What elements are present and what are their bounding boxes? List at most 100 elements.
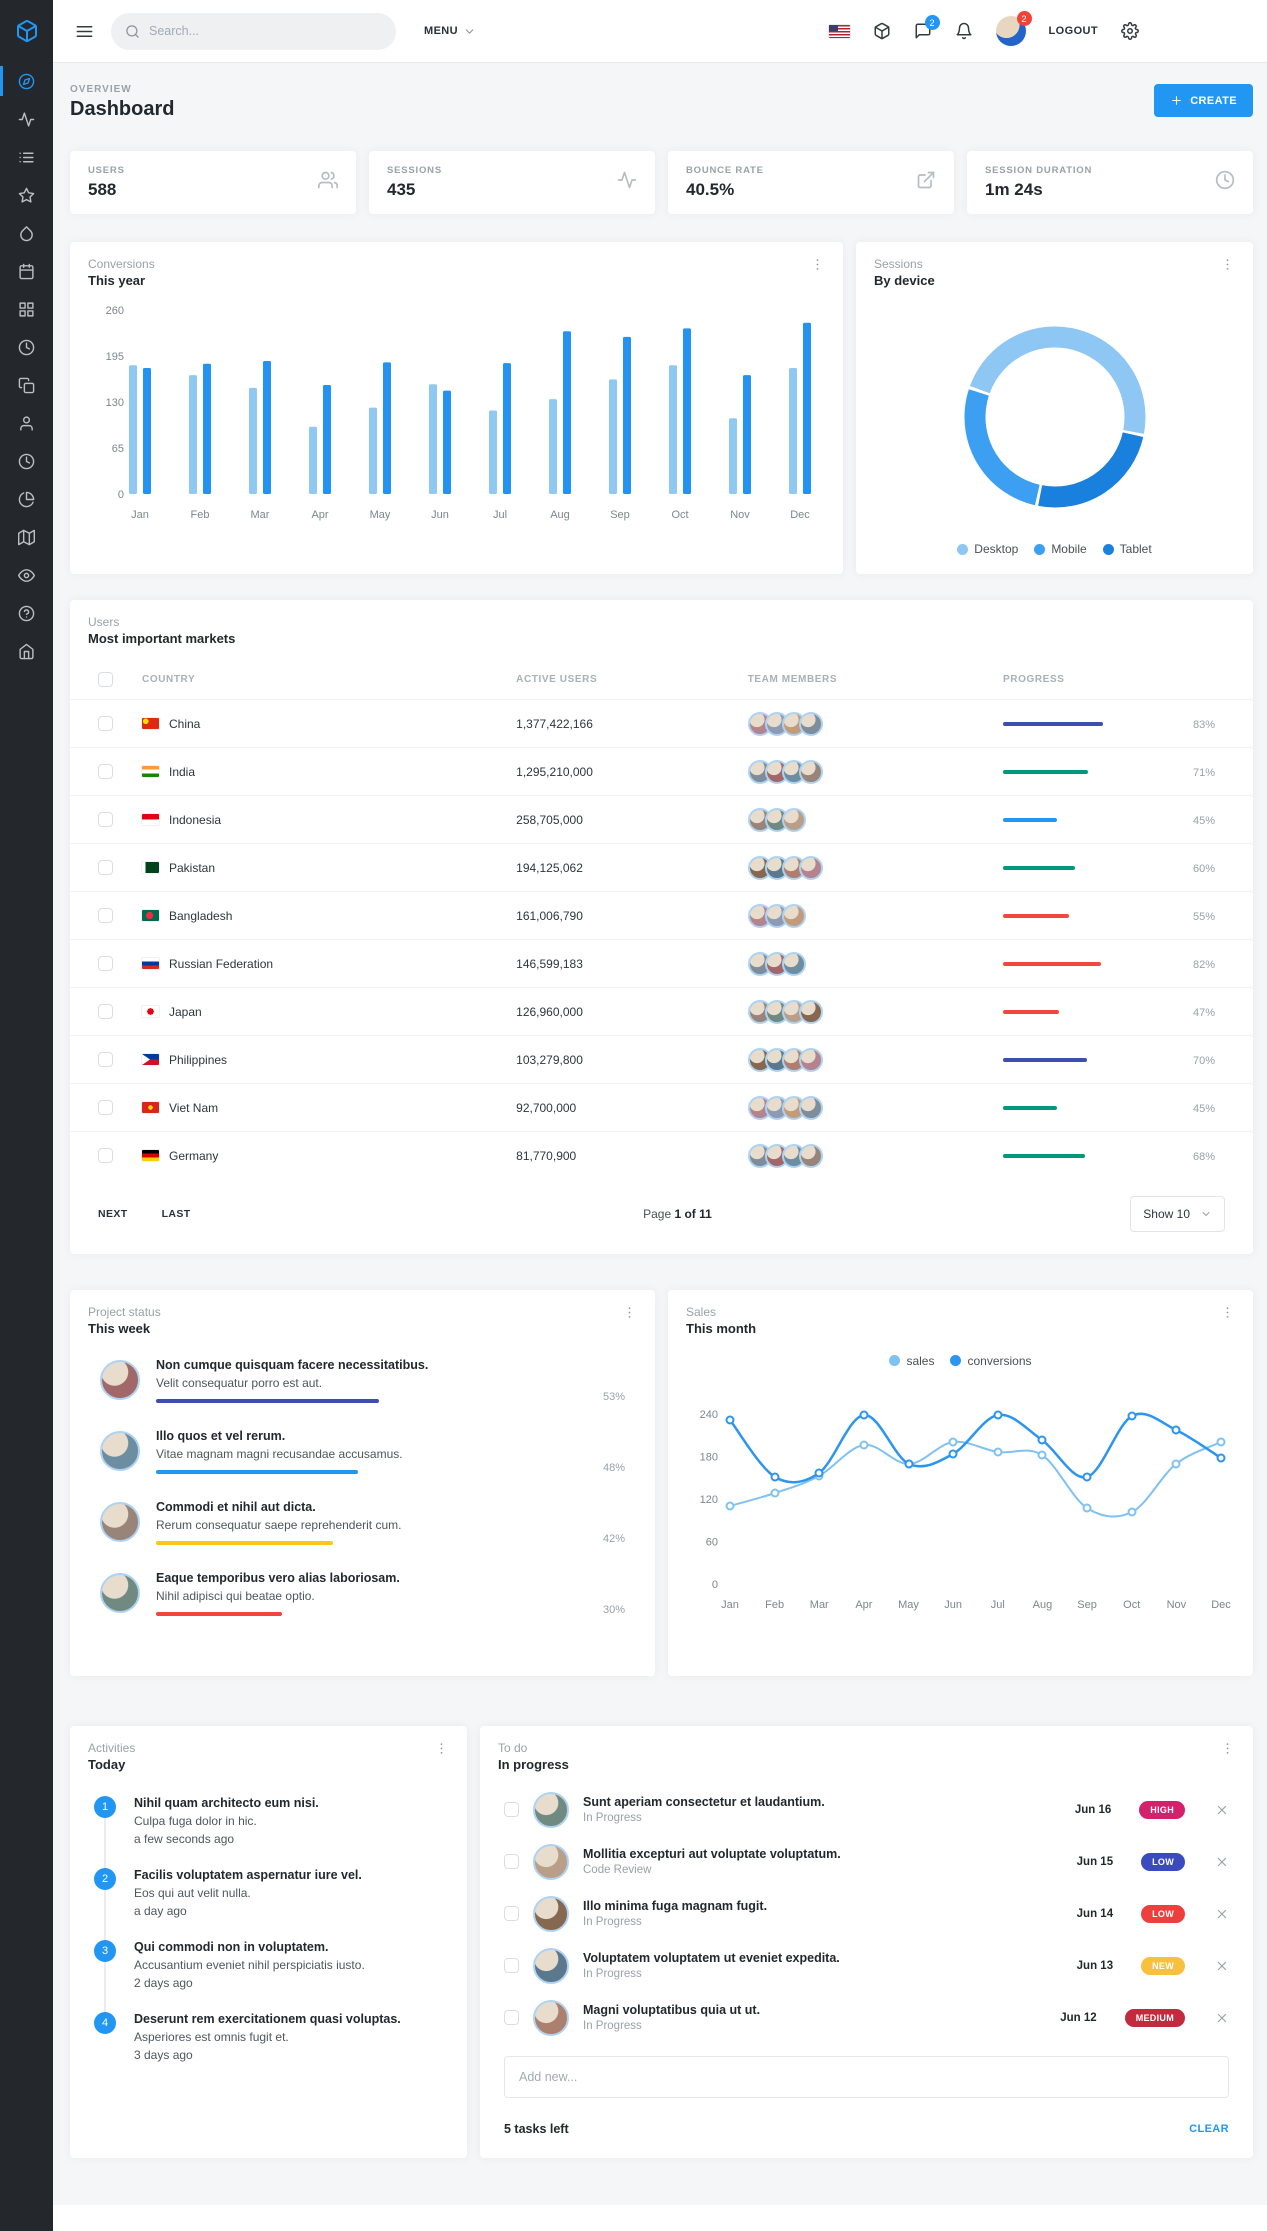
row-checkbox[interactable] bbox=[98, 1052, 113, 1067]
card-menu-button[interactable] bbox=[622, 1305, 637, 1323]
card-menu-button[interactable] bbox=[810, 257, 825, 275]
menu-dropdown[interactable]: MENU bbox=[424, 25, 476, 38]
notifications-button[interactable] bbox=[955, 22, 973, 40]
todo-checkbox[interactable] bbox=[504, 1802, 519, 1817]
sidebar-item-list-2[interactable] bbox=[0, 138, 53, 176]
sidebar-item-star-3[interactable] bbox=[0, 176, 53, 214]
remove-task-button[interactable] bbox=[1215, 1959, 1229, 1973]
card-menu-button[interactable] bbox=[1220, 257, 1235, 275]
topbar: MENU 2 2 LOGOUT bbox=[53, 0, 1267, 62]
row-checkbox[interactable] bbox=[98, 1100, 113, 1115]
todo-title: Magni voluptatibus quia ut ut. bbox=[583, 2003, 761, 2017]
sidebar-item-map-12[interactable] bbox=[0, 518, 53, 556]
activity-time: a day ago bbox=[134, 1903, 187, 1918]
sidebar-item-help-14[interactable] bbox=[0, 594, 53, 632]
user-avatar[interactable]: 2 bbox=[995, 11, 1032, 46]
sidebar-item-compass-0[interactable] bbox=[0, 62, 53, 100]
remove-task-button[interactable] bbox=[1215, 1907, 1229, 1921]
svg-text:130: 130 bbox=[106, 397, 124, 409]
activity-step-number: 4 bbox=[94, 2011, 116, 2034]
sidebar-item-calendar-5[interactable] bbox=[0, 252, 53, 290]
activity-desc: Culpa fuga dolor in hic. bbox=[134, 1813, 257, 1828]
project-progress-bar bbox=[156, 1469, 577, 1474]
language-flag-button[interactable] bbox=[828, 24, 850, 38]
todo-checkbox[interactable] bbox=[504, 1958, 519, 1973]
sidebar-item-copy-8[interactable] bbox=[0, 366, 53, 404]
create-button[interactable]: CREATE bbox=[1154, 84, 1253, 117]
row-checkbox[interactable] bbox=[98, 716, 113, 731]
remove-task-button[interactable] bbox=[1215, 1855, 1229, 1869]
todo-checkbox[interactable] bbox=[504, 2010, 519, 2025]
apps-button[interactable] bbox=[873, 22, 891, 40]
hamburger-menu-button[interactable] bbox=[67, 14, 101, 48]
clear-tasks-button[interactable]: CLEAR bbox=[1189, 2123, 1229, 2135]
row-checkbox[interactable] bbox=[98, 860, 113, 875]
sidebar-item-pie-11[interactable] bbox=[0, 480, 53, 518]
row-checkbox[interactable] bbox=[98, 764, 113, 779]
row-checkbox[interactable] bbox=[98, 1004, 113, 1019]
active-users: 81,770,900 bbox=[516, 1131, 748, 1180]
next-page-button[interactable]: NEXT bbox=[98, 1208, 128, 1220]
team-members bbox=[747, 1047, 1003, 1072]
page-footer bbox=[53, 2205, 1267, 2231]
search-box[interactable] bbox=[111, 12, 396, 50]
app-logo[interactable] bbox=[0, 0, 53, 62]
svg-text:Mar: Mar bbox=[810, 1599, 829, 1611]
todo-checkbox[interactable] bbox=[504, 1906, 519, 1921]
svg-text:Apr: Apr bbox=[855, 1599, 872, 1611]
chevron-down-icon bbox=[1202, 1211, 1210, 1216]
legend-item-conversions[interactable]: conversions bbox=[950, 1354, 1032, 1368]
sidebar-item-clock-7[interactable] bbox=[0, 328, 53, 366]
page-header: OVERVIEW Dashboard CREATE bbox=[70, 84, 1253, 121]
active-users: 194,125,062 bbox=[516, 843, 748, 892]
legend-item-sales[interactable]: sales bbox=[889, 1354, 934, 1368]
last-page-button[interactable]: LAST bbox=[162, 1208, 191, 1220]
priority-badge: NEW bbox=[1141, 1956, 1185, 1975]
row-checkbox[interactable] bbox=[98, 1148, 113, 1164]
card-menu-button[interactable] bbox=[1220, 1305, 1235, 1323]
activities-card: Activities Today 1 Nihil quam architecto… bbox=[70, 1725, 467, 2158]
sidebar-item-clock-10[interactable] bbox=[0, 442, 53, 480]
project-title: Eaque temporibus vero alias laboriosam. bbox=[156, 1570, 400, 1585]
row-checkbox[interactable] bbox=[98, 956, 113, 971]
row-checkbox[interactable] bbox=[98, 812, 113, 827]
clock-icon bbox=[1215, 170, 1235, 190]
todo-status: In Progress bbox=[583, 1812, 642, 1824]
eye-icon bbox=[18, 568, 35, 582]
team-members bbox=[747, 759, 1003, 784]
card-kicker: Project status bbox=[88, 1304, 161, 1319]
sidebar-item-activity-1[interactable] bbox=[0, 100, 53, 138]
bell-icon bbox=[956, 22, 972, 40]
sidebar-item-grid-6[interactable] bbox=[0, 290, 53, 328]
todo-checkbox[interactable] bbox=[504, 1854, 519, 1869]
page-size-select[interactable]: Show 10 bbox=[1130, 1195, 1225, 1232]
add-task-input[interactable] bbox=[504, 2055, 1229, 2098]
x-icon bbox=[1217, 1961, 1227, 1970]
legend-item-desktop[interactable]: Desktop bbox=[957, 542, 1018, 556]
card-menu-button[interactable] bbox=[1220, 1741, 1235, 1759]
card-title: This month bbox=[686, 1320, 757, 1336]
legend-item-mobile[interactable]: Mobile bbox=[1034, 542, 1087, 556]
legend-item-tablet[interactable]: Tablet bbox=[1102, 542, 1152, 556]
svg-text:60: 60 bbox=[706, 1536, 718, 1548]
sidebar-item-home-15[interactable] bbox=[0, 632, 53, 670]
card-menu-button[interactable] bbox=[434, 1741, 449, 1759]
stat-card-sessions: SESSIONS 435 bbox=[369, 151, 655, 214]
messages-button[interactable]: 2 bbox=[914, 15, 940, 40]
row-checkbox[interactable] bbox=[98, 908, 113, 923]
remove-task-button[interactable] bbox=[1215, 1803, 1229, 1817]
markets-table: COUNTRY ACTIVE USERS TEAM MEMBERS PROGRESS … bbox=[70, 660, 1253, 1180]
sidebar-item-user-9[interactable] bbox=[0, 404, 53, 442]
card-kicker: To do bbox=[498, 1740, 528, 1755]
select-all-checkbox[interactable] bbox=[98, 672, 113, 687]
todo-date: Jun 12 bbox=[1060, 2011, 1097, 2024]
settings-button[interactable] bbox=[1121, 22, 1139, 40]
search-input[interactable] bbox=[149, 24, 382, 38]
logout-button[interactable]: LOGOUT bbox=[1049, 25, 1098, 37]
progress-percent: 70% bbox=[1193, 1054, 1216, 1067]
sidebar-item-eye-13[interactable] bbox=[0, 556, 53, 594]
sidebar-item-droplet-4[interactable] bbox=[0, 214, 53, 252]
card-title: This year bbox=[88, 273, 146, 288]
remove-task-button[interactable] bbox=[1215, 2011, 1229, 2025]
todo-title: Mollitia excepturi aut voluptate volupta… bbox=[583, 1847, 841, 1861]
